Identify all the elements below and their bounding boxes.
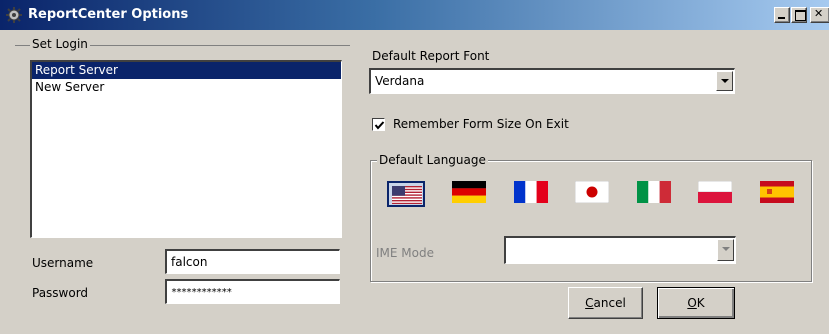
flag-spain-button[interactable]: [760, 181, 798, 207]
flag-japan-button[interactable]: [575, 181, 613, 207]
cancel-button[interactable]: Cancel: [568, 287, 643, 319]
title-bar[interactable]: ReportCenter Options: [0, 0, 829, 30]
report-font-label: Default Report Font: [372, 49, 490, 63]
server-listbox[interactable]: Report Server New Server: [30, 60, 342, 238]
password-label: Password: [32, 286, 89, 300]
ok-label: K: [696, 296, 705, 310]
maximize-button[interactable]: [791, 7, 807, 23]
report-font-select[interactable]: Verdana: [369, 68, 735, 94]
remember-form-label[interactable]: Remember Form Size On Exit: [393, 117, 569, 131]
germany-flag-icon: [452, 181, 486, 203]
flag-germany-button[interactable]: [452, 181, 490, 207]
poland-flag-icon: [698, 181, 732, 203]
minimize-button[interactable]: [774, 7, 790, 23]
close-button[interactable]: [810, 7, 829, 23]
remember-form-checkbox[interactable]: [372, 118, 385, 131]
window-title: ReportCenter Options: [28, 7, 189, 22]
ime-mode-select[interactable]: [504, 236, 736, 264]
france-flag-icon: [514, 181, 548, 203]
flag-france-button[interactable]: [514, 181, 552, 207]
japan-flag-icon: [575, 181, 609, 203]
cancel-label: ancel: [593, 296, 626, 310]
spain-flag-icon: [760, 181, 794, 203]
usa-flag-icon: [392, 186, 422, 204]
ok-button[interactable]: OK: [657, 287, 735, 319]
chevron-down-icon[interactable]: [717, 239, 734, 261]
italy-flag-icon: [637, 181, 671, 203]
report-font-value: Verdana: [375, 74, 425, 88]
set-login-label: Set Login: [30, 37, 90, 51]
gear-icon: [6, 7, 22, 23]
cancel-accelerator: C: [585, 296, 594, 310]
password-field[interactable]: [165, 279, 340, 304]
server-list-item[interactable]: Report Server: [32, 62, 341, 79]
flag-italy-button[interactable]: [637, 181, 675, 207]
chevron-down-icon[interactable]: [716, 71, 733, 91]
ime-mode-label: IME Mode: [376, 246, 434, 260]
ok-accelerator: O: [687, 296, 697, 310]
username-field[interactable]: [165, 249, 340, 274]
options-dialog: ReportCenter Options Set Login Report Se…: [0, 0, 829, 334]
flag-usa-button[interactable]: [387, 181, 425, 207]
flag-poland-button[interactable]: [698, 181, 736, 207]
checkmark-icon: [374, 121, 385, 130]
server-list-item[interactable]: New Server: [32, 79, 341, 96]
username-label: Username: [32, 256, 94, 270]
default-language-label: Default Language: [377, 153, 488, 167]
